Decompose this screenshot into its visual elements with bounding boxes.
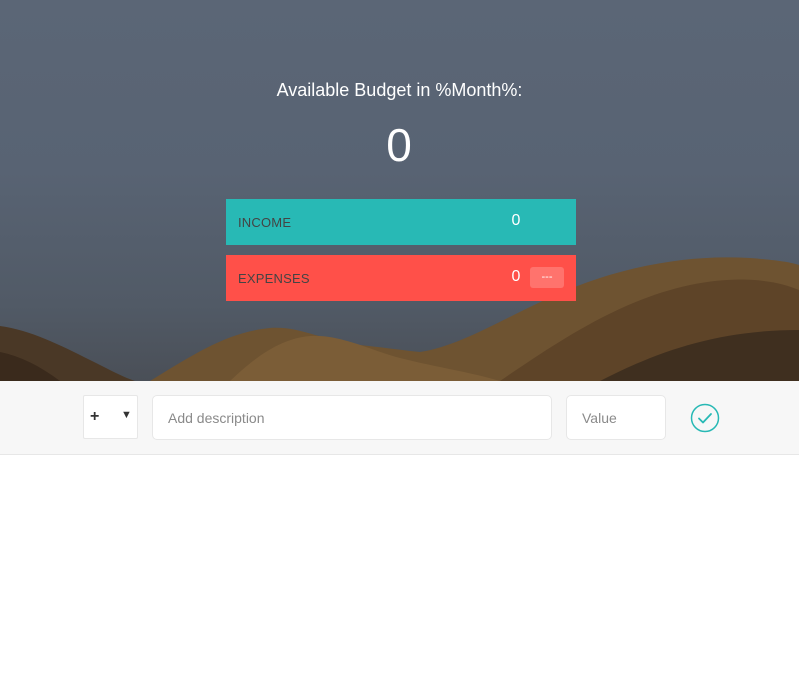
background-landscape <box>0 257 799 381</box>
entries-container <box>0 456 799 700</box>
budget-header: Available Budget in %Month%: 0 INCOME 0 … <box>0 0 799 381</box>
add-entry-bar: + ▼ <box>0 381 799 455</box>
income-label: INCOME <box>238 215 292 230</box>
budget-value: 0 <box>386 119 413 171</box>
type-select[interactable]: + ▼ <box>83 395 138 439</box>
expenses-label: EXPENSES <box>238 271 310 286</box>
expenses-percentage-badge: --- <box>530 267 564 288</box>
description-input[interactable] <box>152 395 552 440</box>
income-value: 0 <box>511 212 521 229</box>
expenses-value: 0 <box>511 268 521 285</box>
checkmark-circle-icon <box>690 403 720 433</box>
budget-title: Available Budget in %Month%: <box>276 80 523 100</box>
caret-down-icon: ▼ <box>121 409 132 421</box>
expenses-panel: EXPENSES 0 --- <box>226 255 576 301</box>
income-panel: INCOME 0 <box>226 199 576 245</box>
type-selected-value: + <box>90 408 100 425</box>
add-entry-button[interactable] <box>690 403 720 433</box>
value-input[interactable] <box>566 395 666 440</box>
